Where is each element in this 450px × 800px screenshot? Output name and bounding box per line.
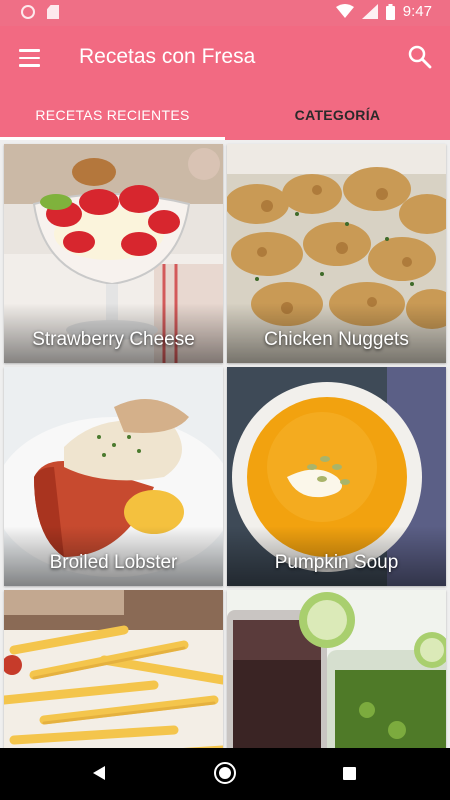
- recipe-image: [227, 590, 446, 748]
- signal-icon: [361, 4, 378, 19]
- status-bar: 9:47: [0, 0, 450, 26]
- status-right-icons: 9:47: [335, 3, 432, 20]
- sd-card-icon: [47, 5, 59, 19]
- recipe-name: Pumpkin Soup: [274, 552, 399, 573]
- tab-label: CATEGORÍA: [294, 106, 381, 123]
- recipe-card-cucumber-drink[interactable]: [227, 590, 446, 748]
- recipe-card-strawberry-cheese[interactable]: Strawberry Cheese: [4, 144, 223, 363]
- recipe-name: Broiled Lobster: [49, 552, 178, 573]
- recipe-image: [4, 590, 223, 748]
- back-triangle-icon[interactable]: [91, 765, 107, 781]
- tab-categoria[interactable]: CATEGORÍA: [225, 89, 450, 140]
- search-icon[interactable]: [406, 43, 434, 71]
- recipe-name: Strawberry Cheese: [32, 329, 195, 350]
- circle-icon: [21, 5, 35, 19]
- hamburger-menu-icon[interactable]: [14, 42, 46, 74]
- recipe-grid: Strawberry Cheese Chicken Nuggets Broile…: [0, 140, 450, 748]
- home-circle-icon[interactable]: [214, 762, 236, 784]
- status-time: 9:47: [402, 3, 432, 20]
- recent-apps-square-icon[interactable]: [343, 767, 356, 780]
- battery-icon: [385, 3, 395, 20]
- status-left-icons: [21, 5, 59, 19]
- recipe-card-broiled-lobster[interactable]: Broiled Lobster: [4, 367, 223, 586]
- tab-bar: RECETAS RECIENTES CATEGORÍA: [0, 89, 450, 140]
- recipe-card-fries[interactable]: [4, 590, 223, 748]
- recipe-card-pumpkin-soup[interactable]: Pumpkin Soup: [227, 367, 446, 586]
- tab-recetas-recientes[interactable]: RECETAS RECIENTES: [0, 89, 225, 140]
- recipe-card-chicken-nuggets[interactable]: Chicken Nuggets: [227, 144, 446, 363]
- app-title: Recetas con Fresa: [79, 45, 256, 68]
- app-bar: Recetas con Fresa: [0, 26, 450, 89]
- system-nav-bar: [0, 748, 450, 800]
- recipe-name: Chicken Nuggets: [264, 329, 409, 350]
- tab-label: RECETAS RECIENTES: [35, 106, 190, 123]
- wifi-icon: [335, 4, 354, 18]
